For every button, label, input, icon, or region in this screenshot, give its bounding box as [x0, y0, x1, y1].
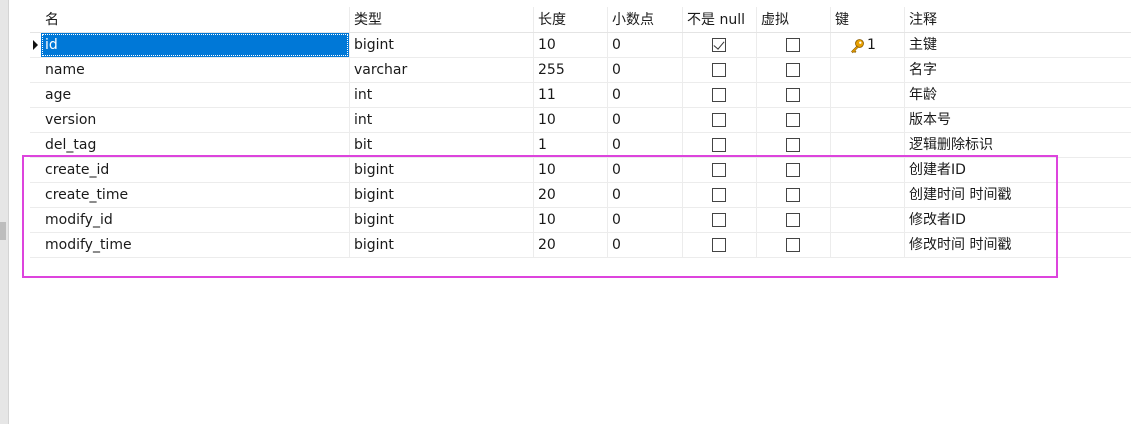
row-indicator[interactable]	[30, 58, 41, 82]
header-virtual[interactable]: 虚拟	[757, 7, 831, 32]
key-cell[interactable]	[831, 83, 905, 107]
header-name[interactable]: 名	[41, 7, 350, 32]
row-indicator[interactable]	[30, 83, 41, 107]
virtual-cell	[757, 108, 831, 132]
field-type-cell[interactable]: bigint	[350, 33, 534, 57]
annotation-highlight-box	[22, 155, 1058, 278]
table-row[interactable]: name varchar 255 0 名字	[30, 58, 1131, 83]
not-null-cell	[683, 33, 757, 57]
field-name-cell[interactable]: name	[41, 58, 350, 82]
field-comment-cell[interactable]: 名字	[905, 58, 1131, 82]
table-row[interactable]: age int 11 0 年龄	[30, 83, 1131, 108]
field-decimal-cell[interactable]: 0	[608, 83, 683, 107]
field-type-cell[interactable]: int	[350, 108, 534, 132]
key-cell[interactable]	[831, 58, 905, 82]
field-name-cell[interactable]: age	[41, 83, 350, 107]
field-comment-cell[interactable]: 年龄	[905, 83, 1131, 107]
table-row[interactable]: id bigint 10 0 1 主键	[30, 33, 1131, 58]
not-null-checkbox[interactable]	[712, 63, 726, 77]
virtual-checkbox[interactable]	[786, 138, 800, 152]
field-length-cell[interactable]: 1	[534, 133, 608, 157]
field-type-cell[interactable]: int	[350, 83, 534, 107]
virtual-cell	[757, 58, 831, 82]
key-order-label: 1	[867, 37, 876, 53]
field-name-editor[interactable]: id	[41, 33, 349, 57]
not-null-cell	[683, 108, 757, 132]
not-null-checkbox[interactable]	[712, 113, 726, 127]
field-decimal-cell[interactable]: 0	[608, 133, 683, 157]
grid-header: 名 类型 长度 小数点 不是 null 虚拟 键 注释	[30, 7, 1131, 33]
row-indicator[interactable]	[30, 133, 41, 157]
table-row[interactable]: version int 10 0 版本号	[30, 108, 1131, 133]
field-name-cell[interactable]: id	[41, 33, 350, 57]
virtual-cell	[757, 133, 831, 157]
field-type-cell[interactable]: bit	[350, 133, 534, 157]
panel-resize-handle[interactable]	[0, 222, 6, 240]
field-name-cell[interactable]: version	[41, 108, 350, 132]
virtual-checkbox[interactable]	[786, 113, 800, 127]
virtual-checkbox[interactable]	[786, 88, 800, 102]
field-length-cell[interactable]: 11	[534, 83, 608, 107]
row-indicator[interactable]	[30, 108, 41, 132]
not-null-checkbox[interactable]	[712, 88, 726, 102]
header-not-null[interactable]: 不是 null	[683, 7, 757, 32]
not-null-cell	[683, 133, 757, 157]
virtual-cell	[757, 33, 831, 57]
key-cell[interactable]: 1	[831, 33, 905, 57]
field-decimal-cell[interactable]: 0	[608, 33, 683, 57]
not-null-cell	[683, 58, 757, 82]
key-icon	[851, 38, 864, 53]
primary-key-indicator: 1	[849, 33, 876, 57]
header-key[interactable]: 键	[831, 7, 905, 32]
virtual-checkbox[interactable]	[786, 38, 800, 52]
field-length-cell[interactable]: 255	[534, 58, 608, 82]
key-cell[interactable]	[831, 108, 905, 132]
header-type[interactable]: 类型	[350, 7, 534, 32]
header-decimal[interactable]: 小数点	[608, 7, 683, 32]
field-name-cell[interactable]: del_tag	[41, 133, 350, 157]
field-comment-cell[interactable]: 版本号	[905, 108, 1131, 132]
key-cell[interactable]	[831, 133, 905, 157]
field-comment-cell[interactable]: 主键	[905, 33, 1131, 57]
row-indicator[interactable]	[30, 33, 41, 57]
field-comment-cell[interactable]: 逻辑删除标识	[905, 133, 1131, 157]
field-decimal-cell[interactable]: 0	[608, 108, 683, 132]
current-row-arrow-icon	[33, 40, 38, 50]
header-spacer	[30, 7, 41, 32]
not-null-cell	[683, 83, 757, 107]
virtual-cell	[757, 83, 831, 107]
left-panel-edge	[0, 0, 9, 424]
not-null-checkbox[interactable]	[712, 38, 726, 52]
field-type-cell[interactable]: varchar	[350, 58, 534, 82]
field-decimal-cell[interactable]: 0	[608, 58, 683, 82]
header-length[interactable]: 长度	[534, 7, 608, 32]
not-null-checkbox[interactable]	[712, 138, 726, 152]
header-comment[interactable]: 注释	[905, 7, 1131, 32]
virtual-checkbox[interactable]	[786, 63, 800, 77]
field-length-cell[interactable]: 10	[534, 108, 608, 132]
field-length-cell[interactable]: 10	[534, 33, 608, 57]
